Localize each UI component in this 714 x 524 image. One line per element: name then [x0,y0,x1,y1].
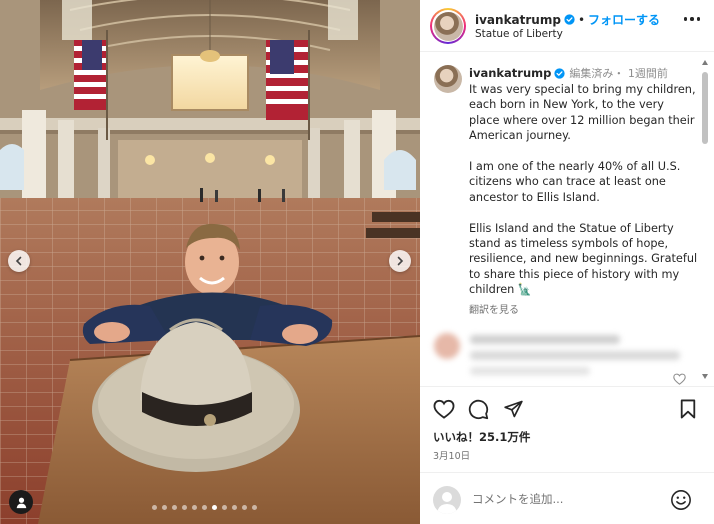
carousel-dot [252,505,257,510]
post-header: ivankatrump • フォローする Statue of Liberty [420,0,714,52]
comment-input[interactable] [472,488,662,510]
carousel-dot [202,505,207,510]
carousel-dot [242,505,247,510]
caption-author-avatar[interactable] [434,65,462,93]
post-sidebar: ivankatrump • フォローする Statue of Liberty i… [420,0,714,524]
blurred-comment [434,331,704,377]
default-avatar-icon [437,492,457,514]
scrollbar-thumb[interactable] [702,72,708,144]
author-username[interactable]: ivankatrump [475,13,561,27]
verified-badge-icon [564,14,575,25]
comments-section[interactable]: ivankatrump 編集済み・ 1週間前 It was very speci… [420,53,714,385]
caption-text: It was very special to bring my children… [469,83,698,297]
carousel-indicator [152,505,257,510]
scroll-down-icon[interactable] [702,374,708,379]
carousel-dot [222,505,227,510]
comment-composer [420,472,714,524]
send-icon[interactable] [503,399,524,419]
carousel-dot [162,505,167,510]
verified-badge-icon [554,67,566,79]
action-bar: いいね！25.1万件 3月10日 [420,386,714,472]
caption-username[interactable]: ivankatrump [469,66,551,80]
more-options-button[interactable] [683,17,700,21]
carousel-dot [232,505,237,510]
previous-slide-button[interactable] [8,250,30,272]
like-count[interactable]: いいね！25.1万件 [433,429,530,445]
bookmark-icon[interactable] [679,399,697,419]
heart-icon[interactable] [433,399,455,419]
viewer-avatar [433,486,461,514]
post-photo[interactable] [0,0,420,524]
comments-scrollbar[interactable] [700,58,710,384]
carousel-dot [212,505,217,510]
author-avatar[interactable] [430,8,466,44]
separator-dot: • [577,12,586,27]
caption-meta: 編集済み・ 1週間前 [569,67,668,80]
post-location[interactable]: Statue of Liberty [475,28,563,40]
follow-button[interactable]: フォローする [588,11,660,28]
next-slide-button[interactable] [389,250,411,272]
comment-like-icon[interactable] [673,373,686,385]
scroll-up-icon[interactable] [702,60,708,65]
post-image [0,0,420,524]
chevron-right-icon [397,256,404,266]
carousel-dot [182,505,187,510]
chevron-left-icon [15,256,22,266]
carousel-dot [152,505,157,510]
user-tag-icon [16,497,26,508]
avatar [433,11,463,41]
carousel-dot [172,505,177,510]
comment-icon[interactable] [468,399,489,420]
emoji-icon[interactable] [670,489,692,511]
carousel-dot [192,505,197,510]
more-options-icon [683,17,687,21]
see-translation-link[interactable]: 翻訳を見る [469,301,519,316]
post-date: 3月10日 [433,451,471,462]
tagged-users-button[interactable] [9,490,33,514]
